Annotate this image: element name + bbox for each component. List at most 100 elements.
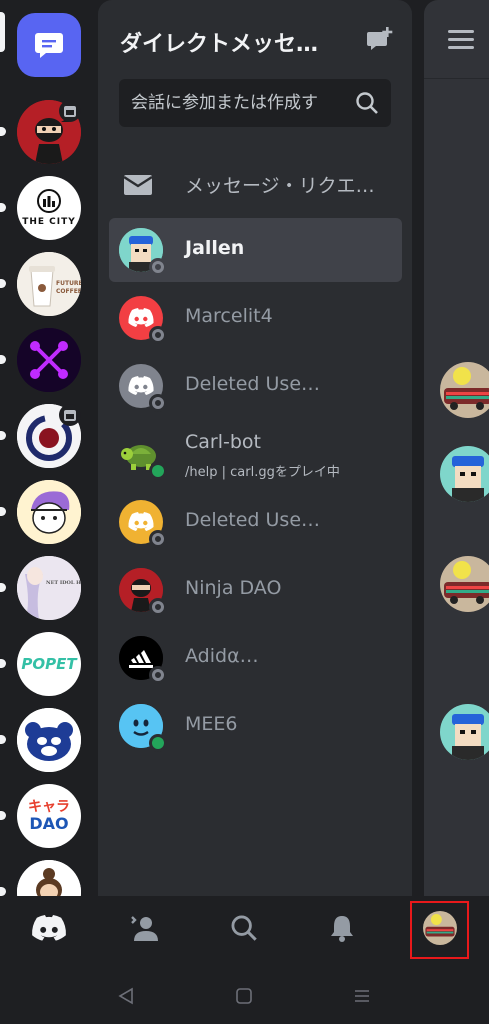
message-avatar[interactable] [440,446,489,502]
unread-dot [0,811,6,820]
online-status-icon [149,462,167,480]
dm-row-mee6[interactable]: MEE6 [109,694,402,758]
dm-name: Adidα… [185,645,259,667]
server-future-coffee[interactable]: FUTURE COFFEE [17,252,81,316]
search-icon [231,915,257,941]
rainbow-bus-avatar-icon [440,362,489,418]
coffee-cup-icon: FUTURE COFFEE [17,252,81,316]
back-triangle-icon[interactable] [114,984,138,1008]
message-avatar[interactable] [440,556,489,612]
offline-status-icon [149,530,167,548]
dm-row-deleted-user[interactable]: Deleted Use… [109,490,402,554]
direct-messages-home-button[interactable] [17,13,81,77]
notifications-tab[interactable] [318,908,366,948]
bottom-navigation [0,896,489,968]
direct-messages-panel: ダイレクトメッセ… メッセージ・リクエ… [98,0,412,896]
recent-apps-icon[interactable] [350,984,374,1008]
event-calendar-icon [59,100,81,122]
avatar [119,364,167,412]
search-tab[interactable] [220,908,268,948]
server-anime-girl[interactable] [17,480,81,544]
rainbow-bus-avatar-icon [440,556,489,612]
dm-name: Marcelit4 [185,305,273,327]
profile-avatar-icon [423,911,457,945]
dm-row-deleted-user[interactable]: Deleted Use… [109,354,402,418]
city-building-icon [37,189,61,213]
dm-name: Deleted Use… [185,509,321,531]
discord-logo-icon [32,914,66,941]
avatar [119,704,167,752]
doll-character-icon [17,860,81,896]
pixel-boy-avatar-icon [440,704,489,760]
dm-row-jallen[interactable]: Jallen [109,218,402,282]
server-purple-x[interactable] [17,328,81,392]
dm-name: Ninja DAO [185,577,282,599]
dm-row-marcelit4[interactable]: Marcelit4 [109,286,402,350]
dm-name: MEE6 [185,713,238,735]
profile-tab[interactable] [416,908,464,948]
avatar [119,296,167,344]
envelope-icon [123,174,153,200]
dm-name: Carl-bot [185,431,261,453]
event-calendar-icon [59,404,81,426]
neon-x-icon [17,328,81,392]
unread-dot [0,355,6,364]
server-label: THE CITY [22,217,76,227]
svg-text:NET IDOL HOUSE: NET IDOL HOUSE [46,580,81,586]
bell-icon [331,916,353,942]
server-the-city[interactable]: THE CITY [17,176,81,240]
unread-dot [0,583,6,592]
chat-header [424,0,489,79]
message-avatar[interactable] [440,704,489,760]
server-label-bottom: DAO [29,814,69,833]
idol-illustration-icon: NET IDOL HOUSE [17,556,81,620]
new-dm-button[interactable] [366,26,394,54]
server-doll[interactable] [17,860,81,896]
offline-status-icon [149,326,167,344]
chat-area-preview[interactable] [424,0,489,896]
search-icon[interactable] [355,91,379,115]
discord-logo-icon [128,376,154,395]
offline-status-icon [149,394,167,412]
server-label-top: キャラ [28,799,70,815]
home-tab[interactable] [25,908,73,948]
avatar [119,432,167,480]
message-requests-row[interactable]: メッセージ・リクエ… [109,152,402,216]
server-popet[interactable]: POPET [17,632,81,696]
android-system-bar [0,968,489,1024]
message-avatar[interactable] [440,362,489,418]
dm-row-carl-bot[interactable]: Carl-bot /help | carl.ggをプレイ中 [109,422,402,486]
server-bear[interactable] [17,708,81,772]
server-net-idol-house[interactable]: NET IDOL HOUSE [17,556,81,620]
friends-icon [131,916,158,941]
pixel-boy-avatar-icon [440,446,489,502]
new-message-icon [367,27,393,50]
svg-text:COFFEE: COFFEE [56,288,81,295]
selected-indicator [0,12,5,52]
unread-dot [0,887,6,896]
server-rail: THE CITY FUTURE COFFEE NET IDOL H POPET … [0,0,98,896]
dm-row-adidas[interactable]: Adidα… [109,626,402,690]
home-square-icon[interactable] [232,984,256,1008]
activity-status: /help | carl.ggをプレイ中 [185,465,340,480]
chat-bubble-icon [35,33,63,58]
discord-logo-icon [128,512,154,531]
dm-name: Deleted Use… [185,373,321,395]
unread-dot [0,127,6,136]
online-status-icon [149,734,167,752]
server-label: POPET [21,655,77,673]
friends-tab[interactable] [120,908,168,948]
offline-status-icon [149,598,167,616]
unread-dot [0,279,6,288]
unread-dot [0,203,6,212]
dm-row-ninja-dao[interactable]: Ninja DAO [109,558,402,622]
search-input[interactable] [131,93,351,113]
bear-face-icon [17,708,81,772]
server-chara-dao[interactable]: キャラ DAO [17,784,81,848]
offline-status-icon [149,666,167,684]
search-box[interactable] [119,79,391,127]
avatar [119,568,167,616]
menu-icon[interactable] [448,30,474,54]
unread-dot [0,659,6,668]
avatar [119,228,167,276]
